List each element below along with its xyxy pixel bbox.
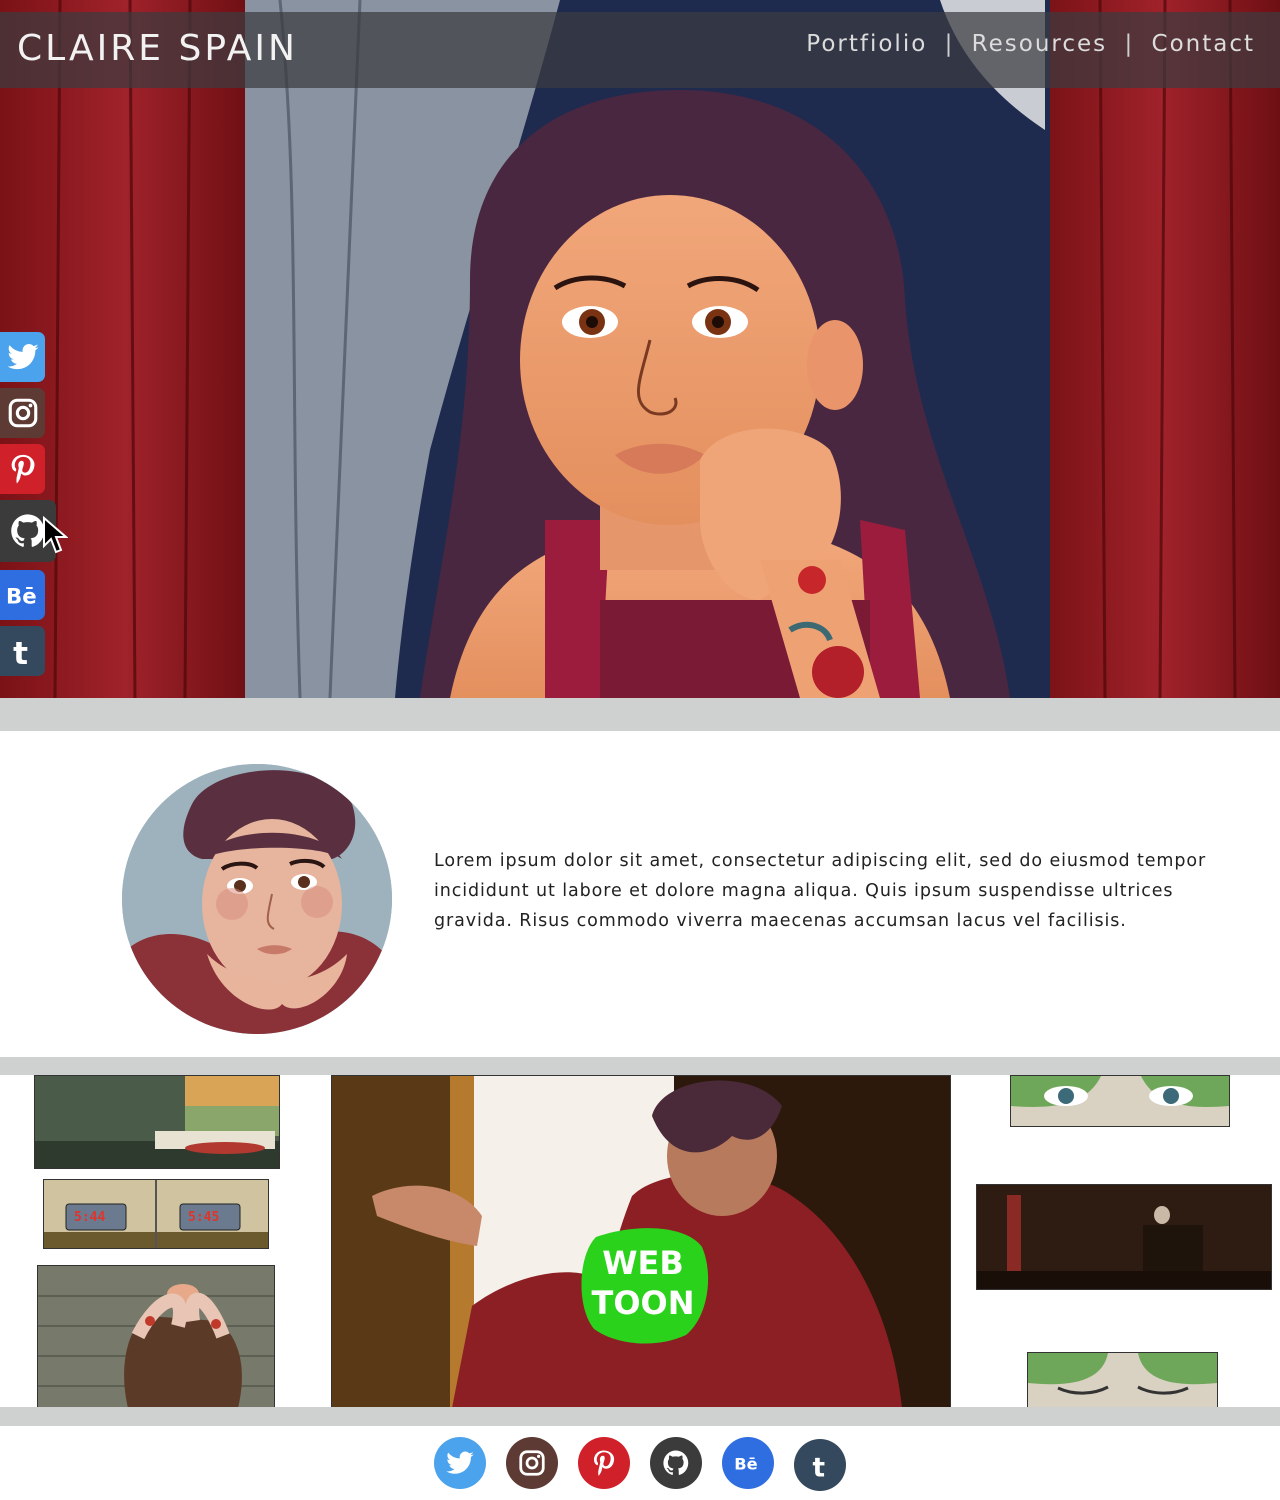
tumblr-icon: t [813,1453,826,1480]
svg-text:Bē: Bē [6,585,37,610]
behance-icon: Bē [6,585,37,610]
footer-tumblr-button[interactable]: t [794,1439,846,1491]
footer-pinterest-button[interactable] [578,1437,630,1489]
clock-right-display: 5:45 [188,1210,220,1225]
rail-behance-button[interactable]: Bē [0,570,45,620]
comic-panel[interactable] [37,1265,275,1407]
webtoon-badge-line2: TOON [591,1284,695,1322]
comic-panel[interactable] [976,1184,1272,1290]
section-divider [0,1057,1280,1075]
panel-illustration-wall [38,1266,274,1407]
hero-banner: CLAIRE SPAIN Portfiolio | Resources | Co… [0,0,1280,698]
avatar-illustration [122,764,392,1034]
comic-panel[interactable]: 5:44 5:45 [43,1179,269,1249]
mouse-pointer-icon [43,516,68,554]
svg-text:t: t [813,1453,826,1480]
clock-left-display: 5:44 [74,1210,106,1225]
comic-gallery: 5:44 5:45 WEB TOON [0,1075,1280,1407]
section-divider [0,698,1280,731]
rail-instagram-button[interactable] [0,388,45,438]
nav-separator: | [944,31,955,57]
footer-instagram-button[interactable] [506,1437,558,1489]
about-paragraph: Lorem ipsum dolor sit amet, consectetur … [434,851,1207,931]
panel-illustration-eyes [1011,1076,1229,1126]
nav-link-contact[interactable]: Contact [1152,31,1255,57]
panel-illustration-stage [977,1185,1271,1289]
nav-link-resources[interactable]: Resources [972,31,1107,57]
rail-pinterest-button[interactable] [0,444,45,494]
hero-illustration [0,0,1280,698]
nav-separator: | [1124,31,1135,57]
footer-github-button[interactable] [650,1437,702,1489]
rail-tumblr-button[interactable]: t [0,626,45,676]
webtoon-badge[interactable]: WEB TOON [576,1225,710,1345]
comic-panel[interactable] [34,1075,280,1169]
site-brand[interactable]: CLAIRE SPAIN [17,28,298,69]
instagram-icon [8,398,37,428]
svg-text:Bē: Bē [734,1454,757,1473]
section-divider [0,1407,1280,1426]
top-navbar: CLAIRE SPAIN Portfiolio | Resources | Co… [0,12,1280,88]
profile-avatar [122,764,392,1034]
pinterest-icon [594,1450,615,1476]
tumblr-icon: t [13,636,28,668]
footer-behance-button[interactable]: Bē [722,1437,774,1489]
comic-panel[interactable] [1010,1075,1230,1127]
twitter-icon [6,344,39,370]
panel-illustration-eyes-closed [1028,1353,1217,1407]
svg-text:t: t [13,636,28,668]
behance-icon: Bē [734,1454,757,1473]
rail-twitter-button[interactable] [0,332,45,382]
twitter-icon [446,1451,474,1474]
github-icon [663,1450,689,1475]
nav-link-portfolio[interactable]: Portfiolio [806,31,927,57]
instagram-icon [519,1450,545,1476]
main-nav: Portfiolio | Resources | Contact [806,31,1255,57]
webtoon-badge-line1: WEB [602,1244,684,1282]
footer-twitter-button[interactable] [434,1437,486,1489]
pinterest-icon [11,454,34,484]
comic-panel[interactable] [1027,1352,1218,1407]
panel-illustration-bedroom [35,1076,279,1168]
